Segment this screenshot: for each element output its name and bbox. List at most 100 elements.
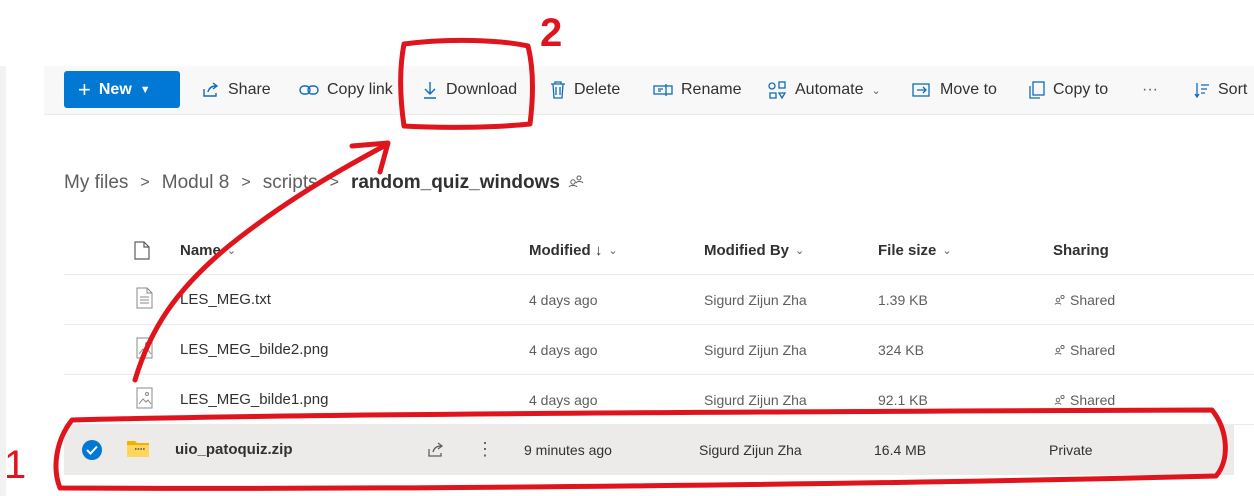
selected-checkmark-icon[interactable] (82, 440, 102, 460)
column-header-file-size[interactable]: File size ⌄ (878, 226, 952, 274)
file-size: 92.1 KB (878, 391, 928, 408)
zip-folder-icon (126, 438, 150, 463)
share-row-button[interactable] (427, 425, 445, 474)
chevron-down-icon: ⌄ (871, 84, 881, 97)
column-header-name[interactable]: Name ⌄ (180, 226, 236, 274)
sort-icon (1194, 82, 1210, 98)
modified-by: Sigurd Zijun Zha (699, 441, 802, 458)
shared-people-icon (1054, 392, 1066, 408)
new-button-label: New (98, 80, 132, 98)
modified-date: 9 minutes ago (524, 441, 612, 458)
file-size: 1.39 KB (878, 291, 928, 308)
download-label: Download (446, 81, 518, 98)
sharing-status: Shared (1054, 325, 1115, 374)
sharing-label: Shared (1070, 291, 1116, 308)
move-icon (912, 82, 932, 98)
breadcrumb: My files > Modul 8 > scripts > random_qu… (64, 166, 584, 200)
breadcrumb-current-folder: random_quiz_windows (350, 172, 560, 193)
table-row-selected[interactable]: uio_patoquiz.zip ⋮ 9 minutes ago Sigurd … (64, 425, 1234, 475)
breadcrumb-my-files[interactable]: My files (64, 172, 128, 194)
share-label: Share (228, 81, 271, 98)
breadcrumb-modul-8[interactable]: Modul 8 (162, 172, 230, 194)
sharing-status: Shared (1054, 275, 1115, 324)
more-label: ··· (1142, 81, 1158, 98)
file-name[interactable]: LES_MEG.txt (180, 275, 271, 324)
chevron-down-icon: ⌄ (226, 244, 237, 257)
download-button[interactable]: Download (422, 66, 517, 114)
chevron-down-icon: ⌄ (942, 244, 952, 257)
sort-button[interactable]: Sort (1194, 66, 1247, 114)
download-icon (422, 81, 438, 99)
share-icon (202, 82, 220, 98)
more-options-button[interactable]: ··· (1142, 66, 1158, 114)
modified-date: 4 days ago (529, 391, 598, 408)
new-button[interactable]: + New ▼ (64, 71, 180, 108)
annotation-number-1: 1 (4, 443, 26, 487)
column-modified-by-label: Modified By (704, 241, 789, 259)
delete-button[interactable]: Delete (550, 66, 620, 114)
column-header-row: Name ⌄ Modified ↓ ⌄ Modified By ⌄ File s… (64, 226, 1254, 275)
automate-button[interactable]: Automate ⌄ (767, 66, 881, 114)
left-edge-panel (0, 66, 6, 496)
chevron-down-icon: ⌄ (608, 244, 618, 257)
column-modified-label: Modified ↓ (529, 241, 603, 259)
column-header-modified[interactable]: Modified ↓ ⌄ (529, 226, 618, 274)
breadcrumb-scripts[interactable]: scripts (263, 172, 318, 194)
modified-by: Sigurd Zijun Zha (704, 341, 807, 358)
file-name[interactable]: uio_patoquiz.zip (175, 425, 293, 474)
file-name[interactable]: LES_MEG_bilde2.png (180, 325, 328, 374)
column-file-size-label: File size (878, 241, 937, 259)
share-icon (428, 441, 444, 457)
breadcrumb-separator: > (329, 174, 339, 191)
text-file-icon (136, 287, 153, 314)
modified-by: Sigurd Zijun Zha (704, 391, 807, 408)
modified-by: Sigurd Zijun Zha (704, 291, 807, 308)
automate-label: Automate (795, 81, 864, 98)
rename-button[interactable]: Rename (653, 66, 741, 114)
command-bar: + New ▼ Share Copy link Download Delete … (44, 66, 1254, 115)
table-row[interactable]: LES_MEG_bilde2.png 4 days ago Sigurd Zij… (64, 325, 1254, 375)
table-row[interactable]: LES_MEG.txt 4 days ago Sigurd Zijun Zha … (64, 275, 1254, 325)
file-size: 324 KB (878, 341, 924, 358)
shared-people-icon (1054, 342, 1066, 358)
modified-date: 4 days ago (529, 341, 598, 358)
rename-icon (653, 83, 673, 97)
shared-people-icon (568, 172, 584, 194)
image-file-icon (136, 337, 153, 364)
file-size: 16.4 MB (874, 441, 927, 458)
table-row[interactable]: LES_MEG_bilde1.png 4 days ago Sigurd Zij… (64, 375, 1254, 425)
row-more-options-button[interactable]: ⋮ (476, 425, 494, 474)
share-button[interactable]: Share (202, 66, 271, 114)
copy-icon (1029, 81, 1045, 99)
move-to-label: Move to (940, 81, 997, 98)
automate-icon (767, 81, 787, 99)
chevron-down-icon: ⌄ (795, 244, 805, 257)
column-header-sharing[interactable]: Sharing (1053, 226, 1109, 274)
plus-icon: + (78, 76, 91, 102)
copy-link-button[interactable]: Copy link (299, 66, 393, 114)
move-to-button[interactable]: Move to (912, 66, 997, 114)
breadcrumb-separator: > (140, 174, 150, 191)
modified-date: 4 days ago (529, 291, 598, 308)
rename-label: Rename (681, 81, 742, 98)
sharing-label: Shared (1070, 391, 1116, 408)
trash-icon (550, 81, 566, 99)
link-icon (299, 83, 319, 97)
file-type-header-icon (134, 226, 150, 274)
breadcrumb-separator: > (241, 174, 251, 191)
delete-label: Delete (574, 81, 621, 98)
file-name[interactable]: LES_MEG_bilde1.png (180, 375, 328, 424)
copy-to-label: Copy to (1053, 81, 1109, 98)
sharing-status: Shared (1054, 375, 1115, 424)
column-header-modified-by[interactable]: Modified By ⌄ (704, 226, 804, 274)
copy-to-button[interactable]: Copy to (1029, 66, 1108, 114)
column-sharing-label: Sharing (1053, 241, 1109, 259)
shared-people-icon (1054, 292, 1066, 308)
column-name-label: Name (180, 241, 221, 259)
top-whitespace (0, 0, 1254, 66)
chevron-down-icon: ▼ (139, 83, 151, 96)
sharing-status: Private (1049, 441, 1093, 458)
image-file-icon (136, 387, 153, 414)
sharing-label: Shared (1070, 341, 1116, 358)
copy-link-label: Copy link (327, 81, 393, 98)
